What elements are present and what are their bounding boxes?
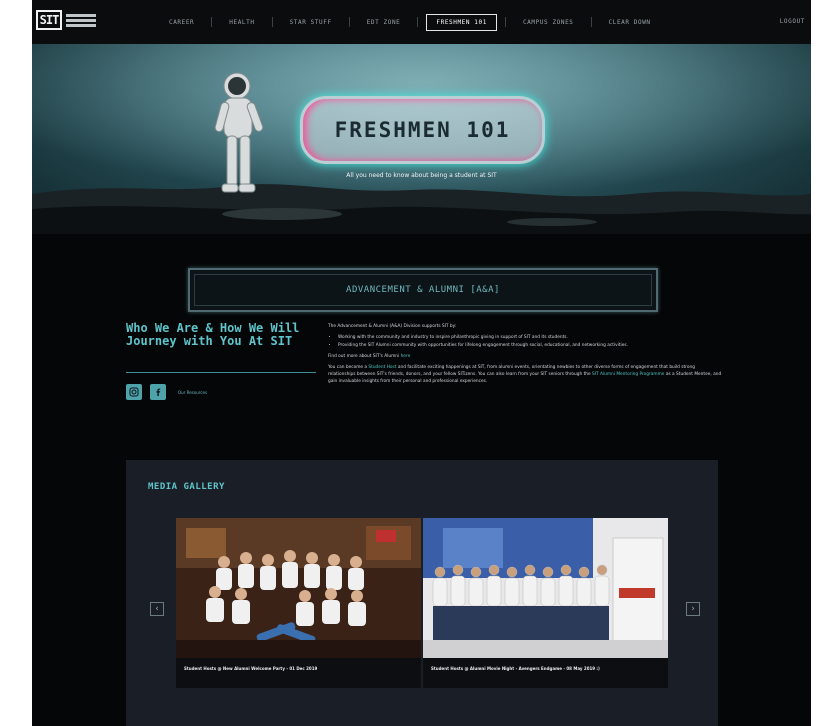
top-nav: SIT CAREER HEALTH STAR STUFF EDT ZONE FR… — [32, 0, 811, 44]
section-header-box: ADVANCEMENT & ALUMNI [A&A] — [188, 268, 658, 312]
heading-divider — [126, 372, 316, 373]
social-links: Our Resources — [126, 384, 207, 400]
gallery-next-button[interactable]: › — [686, 602, 700, 616]
gallery-slide[interactable]: Student Hosts @ New Alumni Welcome Party… — [176, 518, 421, 688]
nav-item-campus-zones[interactable]: CAMPUS ZONES — [514, 19, 583, 26]
about-heading: Who We Are & How We Will Journey with Yo… — [126, 321, 300, 348]
find-out-more: Find out more about SIT's Alumni here — [328, 353, 723, 360]
facebook-button[interactable] — [150, 384, 166, 400]
student-host-paragraph: You can become a Student Host and facili… — [328, 364, 723, 385]
page: SIT CAREER HEALTH STAR STUFF EDT ZONE FR… — [32, 0, 811, 726]
logo-mark: SIT — [36, 10, 62, 30]
student-host-link[interactable]: Student Host — [368, 365, 396, 370]
slide-caption: Student Hosts @ Alumni Movie Night - Ave… — [431, 666, 600, 671]
sit-logo[interactable]: SIT — [36, 10, 96, 30]
logo-wordmark — [66, 12, 96, 28]
hero-subtitle: All you need to know about being a stude… — [346, 172, 497, 179]
gallery-prev-button[interactable]: ‹ — [150, 602, 164, 616]
facebook-icon — [156, 388, 161, 396]
nav-item-star-stuff[interactable]: STAR STUFF — [281, 19, 341, 26]
nav-divider — [211, 17, 213, 27]
nav-item-edt-zone[interactable]: EDT ZONE — [358, 19, 410, 26]
gallery-title: MEDIA GALLERY — [148, 482, 225, 492]
nav-item-freshmen-101[interactable]: FRESHMEN 101 — [426, 13, 497, 31]
gallery-photo — [423, 518, 668, 658]
about-body: The Advancement & Alumni (A&A) Division … — [328, 323, 723, 389]
media-gallery: MEDIA GALLERY ‹ Student Hosts @ New Alum… — [126, 460, 718, 726]
hero-title-frame: FRESHMEN 101 — [300, 96, 545, 164]
nav-links: CAREER HEALTH STAR STUFF EDT ZONE FRESHM… — [160, 0, 660, 44]
resources-link[interactable]: Our Resources — [178, 390, 207, 395]
list-item: Working with the community and industry … — [338, 334, 723, 341]
alumni-here-link[interactable]: here — [401, 354, 411, 359]
section-title: ADVANCEMENT & ALUMNI [A&A] — [346, 285, 500, 295]
instagram-button[interactable] — [126, 384, 142, 400]
nav-item-clear-down[interactable]: CLEAR DOWN — [600, 19, 660, 26]
logout-link[interactable]: LOGOUT — [780, 18, 805, 25]
nav-divider — [417, 17, 419, 27]
about-intro: The Advancement & Alumni (A&A) Division … — [328, 324, 457, 329]
hero-title: FRESHMEN 101 — [334, 118, 511, 142]
slide-caption: Student Hosts @ New Alumni Welcome Party… — [184, 666, 318, 671]
chevron-right-icon: › — [691, 604, 695, 614]
hero-banner: FRESHMEN 101 All you need to know about … — [32, 44, 811, 234]
about-bullets: Working with the community and industry … — [338, 334, 723, 349]
gallery-photo — [176, 518, 421, 658]
nav-divider — [590, 17, 592, 27]
mentoring-programme-link[interactable]: SIT Alumni Mentoring Programme — [592, 372, 664, 377]
chevron-left-icon: ‹ — [155, 604, 159, 614]
find-out-text: Find out more about SIT's Alumni — [328, 354, 401, 359]
nav-divider — [348, 17, 350, 27]
nav-divider — [504, 17, 506, 27]
instagram-icon — [129, 387, 139, 397]
paragraph-text: You can become a — [328, 365, 369, 370]
list-item: Providing the SIT Alumni community with … — [338, 342, 723, 349]
nav-divider — [271, 17, 273, 27]
gallery-slide[interactable]: Student Hosts @ Alumni Movie Night - Ave… — [423, 518, 668, 688]
nav-item-health[interactable]: HEALTH — [220, 19, 263, 26]
nav-item-career[interactable]: CAREER — [160, 19, 203, 26]
